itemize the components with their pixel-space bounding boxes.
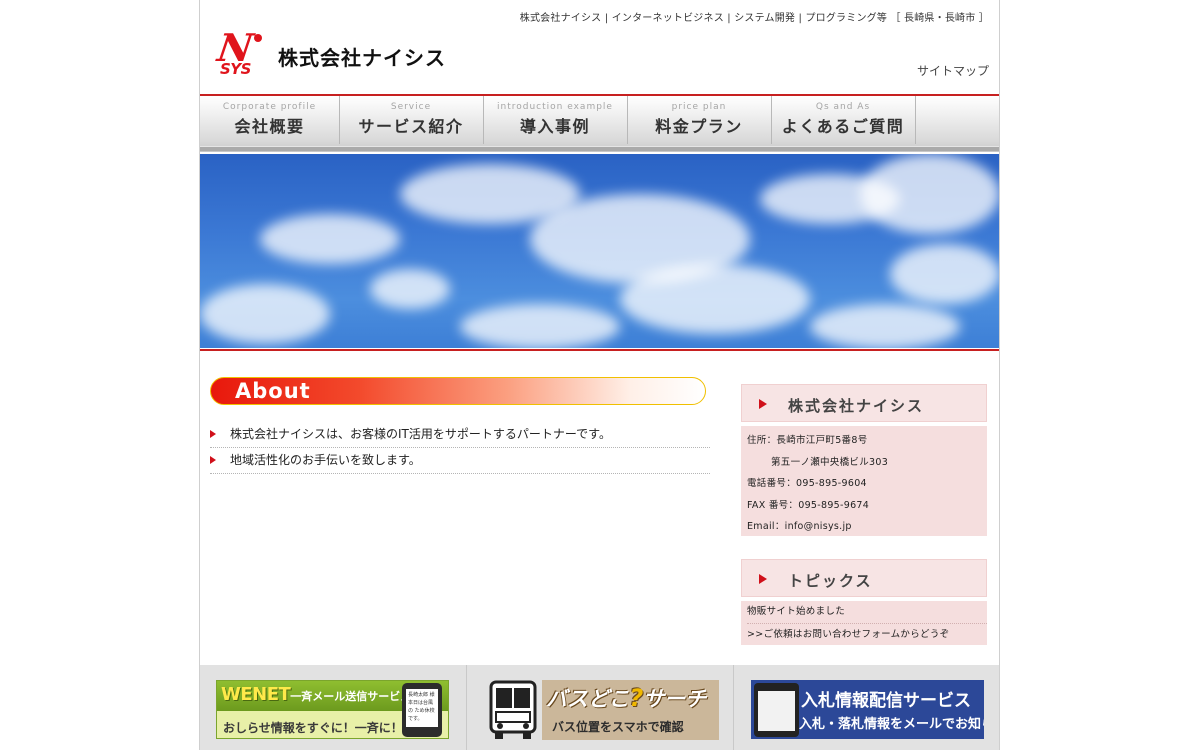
wenet-title-suffix: 一斉メール送信サービス xyxy=(290,690,412,703)
nav-item-jp: よくあるご質問 xyxy=(781,117,905,136)
company-box-title: 株式会社ナイシス xyxy=(788,397,925,415)
about-heading-banner: About xyxy=(210,377,706,405)
nav-item-faq[interactable]: Qs and As よくあるご質問 xyxy=(771,96,916,144)
tablet-icon xyxy=(754,683,799,737)
cloud xyxy=(860,154,999,234)
about-item-text: 地域活性化のお手伝いを致します。 xyxy=(230,453,421,467)
nav-item-en: price plan xyxy=(671,102,727,112)
nav-divider xyxy=(200,146,999,151)
hero-sky-image xyxy=(200,154,999,348)
company-name: 株式会社ナイシス xyxy=(278,46,446,70)
company-logo[interactable]: N SYS xyxy=(215,25,266,78)
nav-item-en: Service xyxy=(390,102,432,112)
bullet-triangle-icon xyxy=(210,430,216,438)
nav-item-jp: 料金プラン xyxy=(655,117,743,136)
bus-title-a: バスどこ xyxy=(546,687,630,711)
bus-search-title: バスどこ?サーチ xyxy=(546,683,706,713)
topics-heading: トピックス xyxy=(741,559,987,597)
cloud xyxy=(890,244,999,304)
bid-info-subtitle: 入札・落札情報をメールでお知らせ xyxy=(799,717,984,732)
company-box-heading: 株式会社ナイシス xyxy=(741,384,987,422)
wenet-subtitle: おしらせ情報をすぐに！一斉に！ xyxy=(223,721,403,735)
topics-body: 物販サイト始めました >>ご依頼はお問い合わせフォームからどうぞ xyxy=(741,601,987,645)
cloud xyxy=(370,269,450,309)
logo-dot xyxy=(254,34,262,42)
cloud xyxy=(200,284,330,344)
nav-item-price-plan[interactable]: price plan 料金プラン xyxy=(627,96,772,144)
wenet-title: WENET一斉メール送信サービス xyxy=(221,684,411,705)
tablet-screen xyxy=(758,691,795,731)
bid-info-title: 入札情報配信サービス xyxy=(801,691,971,711)
footer-cell: WENET一斉メール送信サービス おしらせ情報をすぐに！一斉に！ 長崎太郎 様 … xyxy=(200,665,467,750)
footer-cell: バスどこ?サーチ バス位置をスマホで確認 xyxy=(467,665,734,750)
cloud xyxy=(810,304,960,348)
footer-cell: 入札情報配信サービス 入札・落札情報をメールでお知らせ xyxy=(734,665,999,750)
nav-item-en: Corporate profile xyxy=(222,102,317,112)
about-list: 株式会社ナイシスは、お客様のIT活用をサポートするパートナーです。 地域活性化の… xyxy=(210,422,710,474)
bus-title-b: サーチ xyxy=(643,687,707,711)
footer-banners: WENET一斉メール送信サービス おしらせ情報をすぐに！一斉に！ 長崎太郎 様 … xyxy=(200,665,999,750)
company-box-body: 住所：長崎市江戸町5番8号 第五一ノ瀬中央橋ビル303 電話番号：095-895… xyxy=(741,426,987,536)
nav-item-company-profile[interactable]: Corporate profile 会社概要 xyxy=(200,96,340,144)
page-container: 株式会社ナイシス | インターネットビジネス | システム開発 | プログラミン… xyxy=(199,0,1000,750)
about-heading: About xyxy=(235,379,311,403)
nav-item-case-studies[interactable]: introduction example 導入事例 xyxy=(483,96,628,144)
bullet-triangle-icon xyxy=(210,456,216,464)
bus-icon xyxy=(489,680,537,739)
company-address-building: 第五一ノ瀬中央橋ビル303 xyxy=(771,456,889,468)
topics-title: トピックス xyxy=(788,572,873,590)
list-item: 地域活性化のお手伝いを致します。 xyxy=(210,448,710,474)
wenet-title-main: WENET xyxy=(221,684,291,705)
sitemap-link[interactable]: サイトマップ xyxy=(917,62,989,79)
nav-item-en: Qs and As xyxy=(815,102,871,112)
topic-item[interactable]: 物販サイト始めました xyxy=(747,601,987,624)
smartphone-icon: 長崎太郎 様 本日は台風の ため休校です。 xyxy=(402,683,442,737)
company-email[interactable]: Email：info@nisys.jp xyxy=(747,516,987,538)
list-item: 株式会社ナイシスは、お客様のIT活用をサポートするパートナーです。 xyxy=(210,422,710,448)
bus-search-subtitle: バス位置をスマホで確認 xyxy=(552,720,684,734)
nav-item-service[interactable]: Service サービス紹介 xyxy=(339,96,484,144)
bid-info-banner[interactable]: 入札情報配信サービス 入札・落札情報をメールでお知らせ xyxy=(751,680,984,739)
bus-search-banner[interactable]: バスどこ?サーチ バス位置をスマホで確認 xyxy=(487,680,719,740)
phone-screen-text: 長崎太郎 様 本日は台風の ため休校です。 xyxy=(406,689,438,727)
company-address: 住所：長崎市江戸町5番8号 xyxy=(747,435,868,446)
bus-title-q: ? xyxy=(629,684,644,712)
triangle-icon xyxy=(759,574,767,584)
company-phone: 電話番号：095-895-9604 xyxy=(747,478,867,490)
about-item-text: 株式会社ナイシスは、お客様のIT活用をサポートするパートナーです。 xyxy=(230,427,611,441)
nav-item-jp: サービス紹介 xyxy=(358,117,464,136)
wenet-banner[interactable]: WENET一斉メール送信サービス おしらせ情報をすぐに！一斉に！ 長崎太郎 様 … xyxy=(216,680,449,739)
topic-contact-link[interactable]: >>ご依頼はお問い合わせフォームからどうぞ xyxy=(747,624,987,646)
nav-item-jp: 会社概要 xyxy=(234,117,305,136)
nav-item-jp: 導入事例 xyxy=(519,117,590,136)
cloud xyxy=(260,214,400,264)
header-tagline: 株式会社ナイシス | インターネットビジネス | システム開発 | プログラミン… xyxy=(519,13,989,24)
nav-item-en: introduction example xyxy=(497,102,613,112)
logo-sub: SYS xyxy=(220,60,251,78)
cloud xyxy=(460,304,620,348)
triangle-icon xyxy=(759,399,767,409)
hero-divider xyxy=(200,349,999,351)
company-fax: FAX 番号：095-895-9674 xyxy=(747,499,870,511)
cloud xyxy=(620,264,810,334)
main-nav: Corporate profile 会社概要 Service サービス紹介 in… xyxy=(200,94,999,152)
bus-search-panel: バスどこ?サーチ バス位置をスマホで確認 xyxy=(542,680,719,740)
